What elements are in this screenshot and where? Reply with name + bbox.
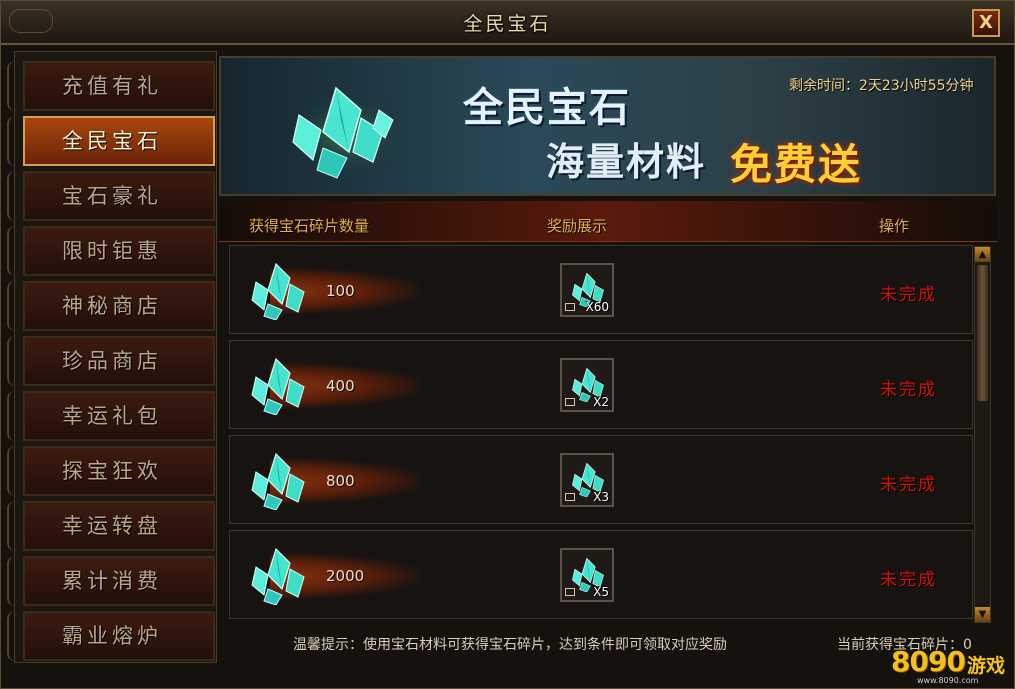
table-header: 获得宝石碎片数量 奖励展示 操作 bbox=[219, 201, 997, 242]
table-row: 100 X60 未完成 bbox=[229, 245, 973, 334]
table-row: 2000 X5 未完成 bbox=[229, 530, 973, 619]
sidebar-item-7[interactable]: 探宝狂欢 bbox=[23, 446, 215, 496]
sidebar-item-5[interactable]: 珍品商店 bbox=[23, 336, 215, 386]
bind-lock-icon bbox=[565, 398, 575, 406]
title-bar: 全民宝石 X bbox=[1, 1, 1014, 45]
tip-text: 温馨提示：使用宝石材料可获得宝石碎片，达到条件即可领取对应奖励 bbox=[293, 637, 727, 653]
reward-item-slot[interactable]: X2 bbox=[560, 358, 614, 412]
header-fragment-count: 获得宝石碎片数量 bbox=[249, 217, 370, 235]
gem-fragment-icon bbox=[248, 355, 308, 419]
bind-lock-icon bbox=[565, 493, 575, 501]
scroll-thumb[interactable] bbox=[977, 265, 988, 401]
watermark-url: www.8090.com bbox=[917, 676, 979, 685]
gem-cluster-icon bbox=[282, 86, 410, 180]
activity-window: 全民宝石 X 充值有礼 全民宝石 宝石豪礼 限时钜惠 神秘商店 珍品商店 幸运礼包 探宝狂欢幸… bbox=[0, 0, 1015, 689]
status-incomplete: 未完成 bbox=[880, 380, 937, 400]
watermark-text: 游戏 bbox=[967, 655, 1006, 677]
sidebar-item-9[interactable]: 累计消费 bbox=[23, 556, 215, 606]
reward-quantity: X2 bbox=[593, 395, 609, 409]
status-incomplete: 未完成 bbox=[880, 475, 937, 495]
status-incomplete: 未完成 bbox=[880, 285, 937, 305]
banner-free-text: 免费送 bbox=[730, 140, 863, 189]
reward-item-slot[interactable]: X60 bbox=[560, 263, 614, 317]
remaining-time: 剩余时间：2天23小时55分钟 bbox=[789, 78, 974, 94]
sidebar-item-0[interactable]: 充值有礼 bbox=[23, 61, 215, 111]
reward-quantity: X5 bbox=[593, 585, 609, 599]
table-row: 400 X2 未完成 bbox=[229, 340, 973, 429]
header-action: 操作 bbox=[879, 217, 910, 235]
gem-fragment-icon bbox=[248, 545, 308, 609]
header-reward-display: 奖励展示 bbox=[547, 217, 608, 235]
sidebar-item-3[interactable]: 限时钜惠 bbox=[23, 226, 215, 276]
watermark-number: 8090 bbox=[891, 645, 966, 678]
fragment-count: 400 bbox=[326, 377, 355, 395]
sidebar-item-4[interactable]: 神秘商店 bbox=[23, 281, 215, 331]
sidebar-item-2[interactable]: 宝石豪礼 bbox=[23, 171, 215, 221]
banner-title: 全民宝石 bbox=[463, 84, 631, 131]
fragment-count: 800 bbox=[326, 472, 355, 490]
scrollbar[interactable]: ▲ ▼ bbox=[974, 246, 991, 623]
sidebar-item-6[interactable]: 幸运礼包 bbox=[23, 391, 215, 441]
bind-lock-icon bbox=[565, 303, 575, 311]
reward-item-slot[interactable]: X5 bbox=[560, 548, 614, 602]
sidebar-item-8[interactable]: 幸运转盘 bbox=[23, 501, 215, 551]
banner-subtitle: 海量材料 bbox=[546, 139, 707, 184]
reward-item-slot[interactable]: X3 bbox=[560, 453, 614, 507]
scroll-up-arrow-icon[interactable]: ▲ bbox=[975, 247, 990, 262]
fragment-count: 100 bbox=[326, 282, 355, 300]
scroll-down-arrow-icon[interactable]: ▼ bbox=[975, 607, 990, 622]
reward-quantity: X60 bbox=[585, 300, 610, 314]
sidebar-item-1[interactable]: 全民宝石 bbox=[23, 116, 215, 166]
site-watermark-logo: 8090 游戏 www.8090.com bbox=[891, 645, 1011, 687]
reward-quantity: X3 bbox=[593, 490, 609, 504]
reward-list: 100 X60 未完成 400 X2 未完成 800 X3 未完成 2000 X5 未完成 bbox=[227, 245, 973, 621]
sidebar-item-10[interactable]: 霸业熔炉 bbox=[23, 611, 215, 661]
fragment-count: 2000 bbox=[326, 567, 365, 585]
bind-lock-icon bbox=[565, 588, 575, 596]
event-banner: 全民宝石 海量材料 免费送 剩余时间：2天23小时55分钟 bbox=[219, 56, 996, 196]
close-button[interactable]: X bbox=[972, 9, 1000, 37]
window-title: 全民宝石 bbox=[463, 13, 552, 35]
table-row: 800 X3 未完成 bbox=[229, 435, 973, 524]
status-incomplete: 未完成 bbox=[880, 570, 937, 590]
gem-fragment-icon bbox=[248, 450, 308, 514]
gem-fragment-icon bbox=[248, 260, 308, 324]
